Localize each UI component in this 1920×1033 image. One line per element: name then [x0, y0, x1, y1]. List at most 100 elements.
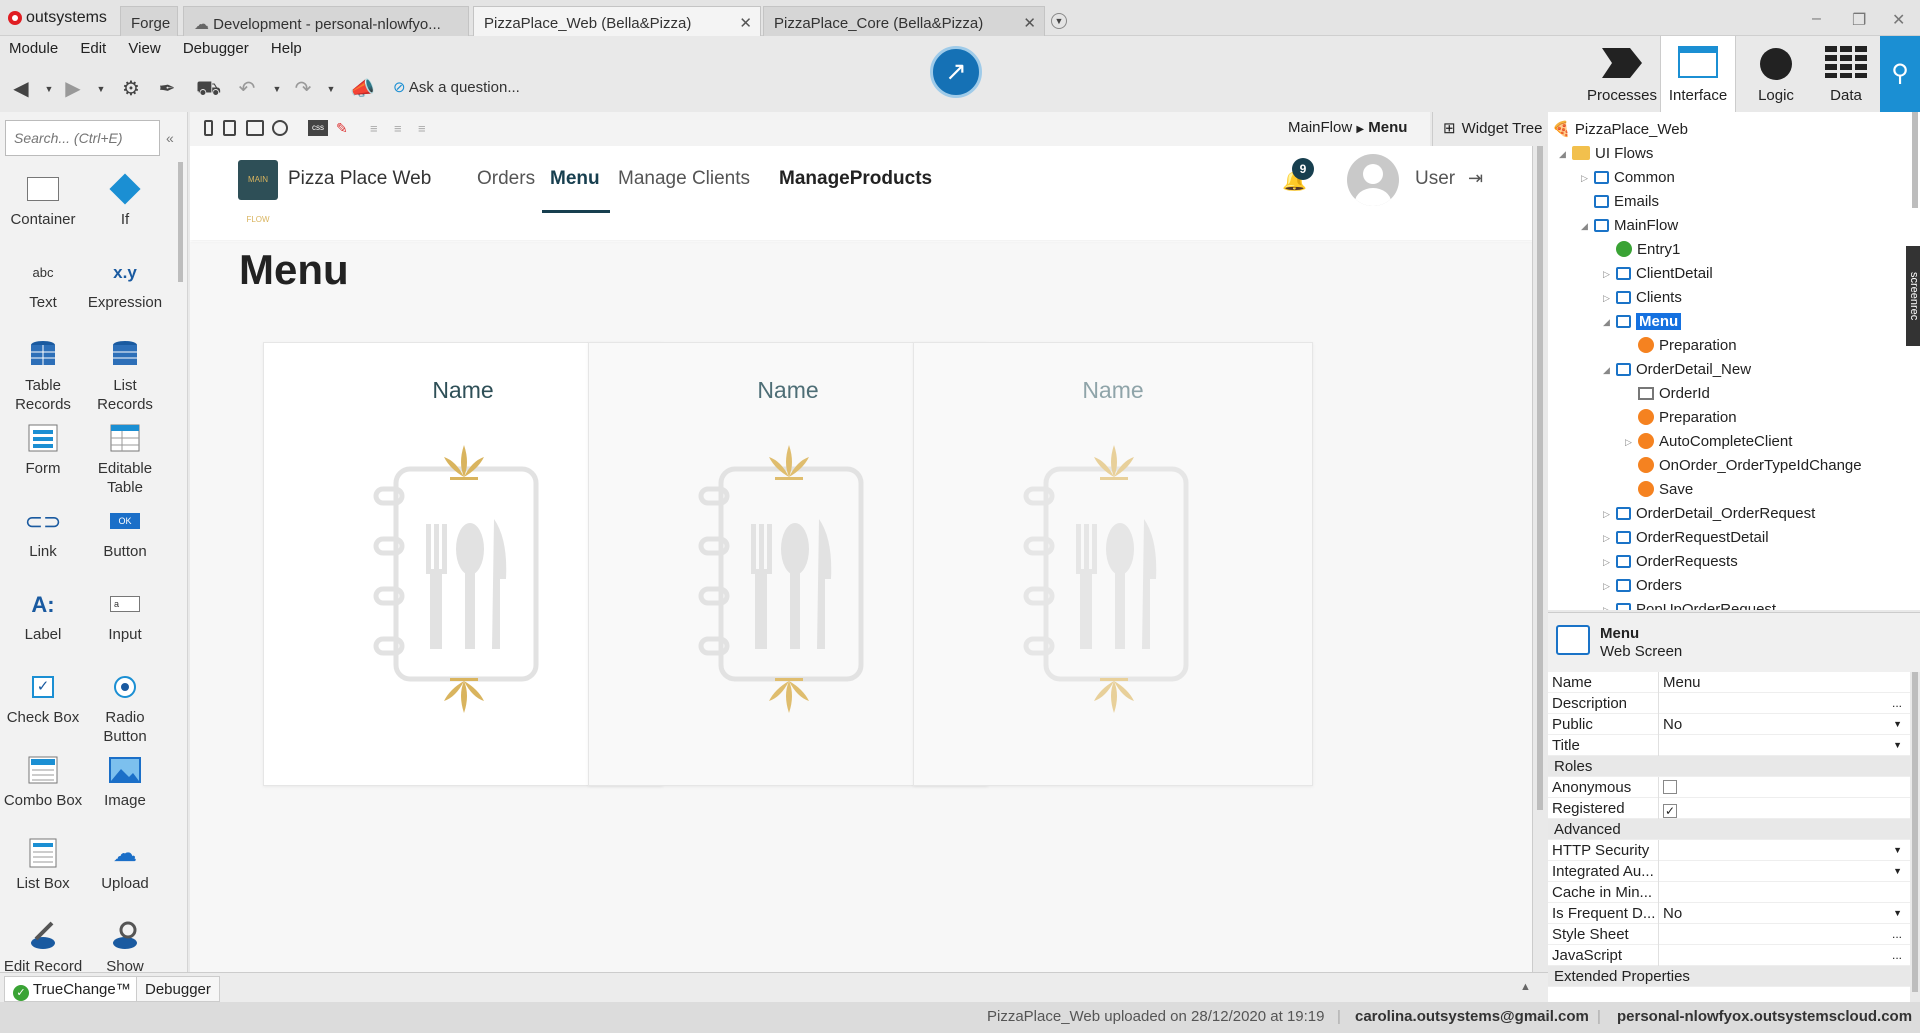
prop-description[interactable]: Description... [1548, 693, 1910, 714]
dropdown-arrow-icon[interactable]: ▼ [1893, 840, 1902, 861]
back-dropdown-icon[interactable]: ▼ [38, 78, 60, 100]
nav-menu[interactable]: Menu [550, 168, 600, 190]
prop-value[interactable]: ... [1658, 693, 1910, 714]
collapsed-arrow-icon[interactable]: ▷ [1625, 432, 1632, 452]
properties-scrollbar[interactable] [1912, 672, 1918, 992]
tab-forge[interactable]: Forge [120, 6, 178, 36]
close-icon[interactable]: ✕ [739, 14, 752, 32]
dropdown-arrow-icon[interactable]: ▼ [1893, 861, 1902, 882]
align-right-icon[interactable]: ≡ [418, 121, 426, 136]
collapsed-arrow-icon[interactable]: ▷ [1603, 264, 1610, 284]
tab-truechange[interactable]: ✓ TrueChange™ [4, 976, 140, 1002]
widget-editable-table[interactable]: Editable Table [84, 423, 166, 497]
prop-value[interactable]: ▼ [1658, 861, 1910, 882]
expand-arrow-icon[interactable]: ◢ [1581, 216, 1588, 236]
prop-group-advanced[interactable]: Advanced [1548, 819, 1910, 840]
widget-image[interactable]: Image [84, 755, 166, 810]
tree-node-menu[interactable]: ◢ Menu [1603, 312, 1682, 332]
widget-combo-box[interactable]: Combo Box [2, 755, 84, 810]
expand-arrow-icon[interactable]: ◢ [1559, 144, 1566, 164]
menu-view[interactable]: View [128, 40, 160, 57]
avatar[interactable] [1347, 154, 1399, 206]
prop-value[interactable]: ... [1658, 924, 1910, 945]
forward-dropdown-icon[interactable]: ▼ [90, 78, 112, 100]
user-name[interactable]: User [1415, 168, 1455, 190]
ribbon-interface[interactable]: Interface [1660, 36, 1736, 112]
prop-group-extended-properties[interactable]: Extended Properties [1548, 966, 1910, 987]
tree-node-clients[interactable]: ▷ Clients [1603, 288, 1682, 308]
canvas-vertical-scrollbar[interactable] [1537, 146, 1543, 810]
widget-expression[interactable]: x.y Expression [84, 257, 166, 312]
collapsed-arrow-icon[interactable]: ▷ [1581, 168, 1588, 188]
prop-title[interactable]: Title ▼ [1548, 735, 1910, 756]
prop-style-sheet[interactable]: Style Sheet... [1548, 924, 1910, 945]
prop-value[interactable]: ... [1658, 945, 1910, 966]
minimize-icon[interactable]: – [1812, 10, 1821, 28]
collapsed-arrow-icon[interactable]: ▷ [1603, 552, 1610, 572]
ribbon-data[interactable]: Data [1808, 36, 1884, 112]
dropdown-arrow-icon[interactable]: ▼ [1893, 735, 1902, 756]
publish-icon[interactable]: ⛟ [196, 78, 221, 100]
widget-label[interactable]: A: Label [2, 589, 84, 644]
nav-manage-clients[interactable]: Manage Clients [618, 168, 750, 190]
tree-node-clientdetail[interactable]: ▷ ClientDetail [1603, 264, 1713, 284]
design-canvas[interactable]: MAIN FLOW Pizza Place Web Orders Menu Ma… [190, 146, 1533, 972]
widget-edit-record[interactable]: Edit Record [2, 921, 84, 976]
zoom-icon[interactable] [272, 120, 288, 136]
prop-value[interactable] [1658, 777, 1910, 798]
prop-value[interactable] [1658, 882, 1910, 903]
widget-input[interactable]: a Input [84, 589, 166, 644]
tree-node-module[interactable]: 🍕 PizzaPlace_Web [1552, 120, 1688, 140]
prop-value[interactable]: ✓ [1658, 798, 1910, 819]
tree-node-orderdetail-orderrequest[interactable]: ▷ OrderDetail_OrderRequest [1603, 504, 1815, 524]
registered-checkbox[interactable]: ✓ [1663, 804, 1677, 818]
prop-name[interactable]: Name Menu [1548, 672, 1910, 693]
ribbon-processes[interactable]: Processes [1584, 36, 1660, 112]
nav-orders[interactable]: Orders [477, 168, 535, 190]
tab-pizzaplace-web[interactable]: PizzaPlace_Web (Bella&Pizza) ✕ [473, 6, 761, 36]
prop-registered[interactable]: Registered ✓ [1548, 798, 1910, 819]
tree-node-ui-flows[interactable]: ◢ UI Flows [1559, 144, 1653, 164]
forward-icon[interactable]: ▶ [62, 78, 84, 100]
prop-javascript[interactable]: JavaScript... [1548, 945, 1910, 966]
widget-upload[interactable]: ☁ Upload [84, 838, 166, 893]
nav-manage-products[interactable]: ManageProducts [779, 168, 932, 190]
undo-icon[interactable]: ↶ [236, 78, 258, 100]
widget-radio-button[interactable]: Radio Button [84, 672, 166, 746]
logout-icon[interactable]: ⇥ [1468, 168, 1483, 189]
widget-text[interactable]: abc Text [2, 257, 84, 312]
breadcrumb-flow[interactable]: MainFlow [1288, 119, 1352, 136]
toolbox-scrollbar[interactable] [178, 162, 183, 282]
tree-node-save[interactable]: Save [1638, 480, 1693, 500]
tree-node-emails[interactable]: Emails [1594, 192, 1659, 212]
tab-debugger[interactable]: Debugger [136, 976, 220, 1002]
prop-public[interactable]: Public No ▼ [1548, 714, 1910, 735]
prop-is-frequent-destination[interactable]: Is Frequent D... No ▼ [1548, 903, 1910, 924]
prop-anonymous[interactable]: Anonymous [1548, 777, 1910, 798]
redo-icon[interactable]: ↷ [292, 78, 314, 100]
tree-node-mainflow[interactable]: ◢ MainFlow [1581, 216, 1678, 236]
theme-icon[interactable]: ✎ [336, 120, 348, 137]
phone-icon[interactable] [204, 120, 213, 136]
tree-node-common[interactable]: ▷ Common [1581, 168, 1675, 188]
collapsed-arrow-icon[interactable]: ▷ [1603, 504, 1610, 524]
tab-pizzaplace-core[interactable]: PizzaPlace_Core (Bella&Pizza) ✕ [763, 6, 1045, 36]
settings-icon[interactable]: ⚙ [120, 78, 142, 100]
ellipsis-icon[interactable]: ... [1892, 924, 1902, 945]
tab-development[interactable]: ☁ Development - personal-nlowfyo... [183, 6, 469, 36]
menu-debugger[interactable]: Debugger [183, 40, 249, 57]
collapsed-arrow-icon[interactable]: ▷ [1603, 288, 1610, 308]
desktop-icon[interactable] [246, 120, 264, 136]
collapse-toolbox-icon[interactable]: « [166, 130, 174, 146]
ask-question-link[interactable]: ⊘ Ask a question... [393, 78, 520, 96]
tab-overflow-icon[interactable]: ▼ [1051, 13, 1067, 29]
css-icon[interactable]: css [308, 120, 328, 136]
compare-merge-icon[interactable]: ✒ [156, 78, 178, 100]
maximize-icon[interactable]: ❐ [1852, 10, 1866, 30]
expand-panel-icon[interactable]: ▲ [1520, 981, 1531, 993]
menu-edit[interactable]: Edit [80, 40, 106, 57]
expand-arrow-icon[interactable]: ◢ [1603, 360, 1610, 380]
back-icon[interactable]: ◀ [10, 78, 32, 100]
tree-node-entry1[interactable]: Entry1 [1616, 240, 1680, 260]
tree-node-orderdetail-new[interactable]: ◢ OrderDetail_New [1603, 360, 1751, 380]
